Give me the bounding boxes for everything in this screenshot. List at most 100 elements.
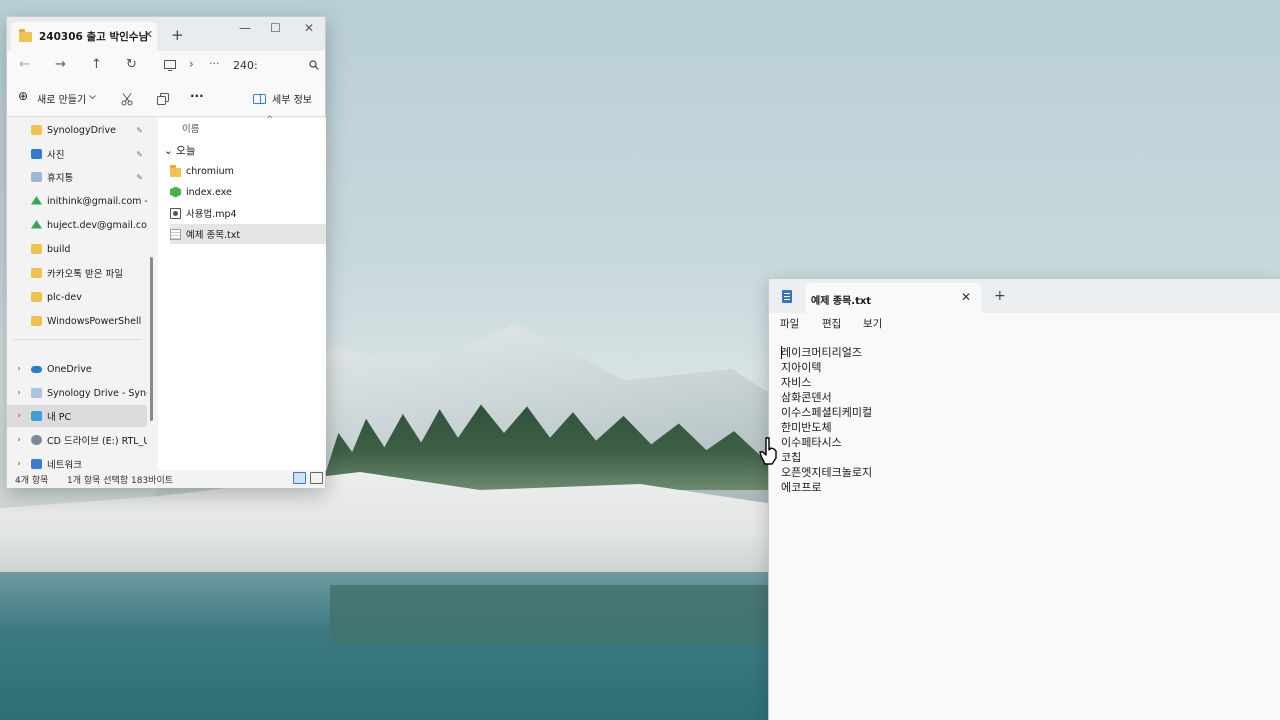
notepad-window: 예제 종목.txt ✕ + 파일 편집 보기 레이크머티리얼즈 지아이텍 자비스… (768, 278, 1280, 720)
file-name: chromium (186, 165, 234, 177)
cut-icon[interactable] (121, 93, 133, 106)
file-row-video[interactable]: 사용법.mp4 (170, 203, 326, 223)
sidebar-item-label: SynologyDrive (47, 124, 116, 136)
text-line: 코칩 (781, 451, 802, 464)
chevron-right-icon[interactable]: › (13, 364, 25, 374)
sidebar-item-label: build (47, 243, 71, 255)
chevron-down-icon: ⌄ (164, 145, 173, 157)
google-drive-icon (31, 196, 42, 205)
folder-icon (31, 244, 42, 254)
sidebar-item-recycle-bin[interactable]: 휴지통 ✎ (7, 166, 147, 188)
notepad-tab[interactable]: 예제 종목.txt ✕ (805, 283, 981, 313)
network-icon (31, 459, 42, 469)
chevron-right-icon[interactable]: › (13, 411, 25, 421)
recycle-bin-icon (31, 172, 42, 182)
close-tab-icon[interactable]: ✕ (961, 290, 971, 304)
google-drive-icon (31, 220, 42, 229)
new-tab-button[interactable]: + (171, 26, 184, 44)
sidebar-item-plc-dev[interactable]: plc-dev (7, 286, 147, 308)
forward-button[interactable]: → (55, 57, 66, 72)
file-row-index-exe[interactable]: index.exe (170, 182, 326, 202)
sidebar-item-synology-drive[interactable]: › Synology Drive - SynologyDrive (7, 382, 147, 404)
sidebar-item-photos[interactable]: 사진 ✎ (7, 143, 147, 165)
photos-icon (31, 149, 42, 159)
chevron-right-icon[interactable]: › (13, 388, 25, 398)
sidebar-item-label: CD 드라이브 (E:) RTL_UL (47, 436, 147, 447)
notepad-titlebar: 예제 종목.txt ✕ + (769, 279, 1280, 313)
maximize-button[interactable]: ☐ (270, 21, 281, 35)
close-tab-icon[interactable]: ✕ (144, 28, 153, 41)
notepad-tab-title: 예제 종목.txt (811, 296, 872, 307)
sidebar-item-this-pc[interactable]: › 내 PC (7, 405, 147, 427)
new-button[interactable]: 새로 만들기 (37, 91, 86, 106)
notepad-menubar: 파일 편집 보기 (769, 313, 1280, 339)
path-chevron-icon[interactable]: › (189, 57, 194, 71)
file-row-text-file[interactable]: 예제 종목.txt (170, 224, 326, 244)
text-line: 이수스페셜티케미컬 (781, 406, 873, 419)
sidebar-item-google-drive-2[interactable]: huject.dev@gmail.com - Google Drive (7, 214, 147, 236)
sidebar-item-windowspowershell[interactable]: WindowsPowerShell (7, 310, 147, 332)
wallpaper-reflection (330, 585, 770, 645)
sidebar-item-label: Synology Drive - SynologyDrive (47, 387, 147, 399)
monitor-icon[interactable] (164, 60, 176, 71)
navigation-scrollbar[interactable] (150, 257, 153, 421)
sidebar-item-label: 네트워크 (47, 460, 82, 470)
group-header-today[interactable]: ⌄ 오늘 (164, 143, 195, 158)
search-icon[interactable] (309, 60, 319, 70)
text-line: 지아이텍 (781, 361, 822, 374)
text-line: 자비스 (781, 376, 812, 389)
copy-icon[interactable] (157, 93, 169, 105)
sidebar-item-google-drive-1[interactable]: inithink@gmail.com - Google Drive (7, 190, 147, 212)
details-view-button[interactable] (293, 472, 306, 484)
sidebar-item-kakaotalk[interactable]: 카카오톡 받은 파일 (7, 262, 147, 284)
sidebar-item-onedrive[interactable]: › OneDrive (7, 358, 147, 380)
pin-icon: ✎ (136, 149, 143, 159)
pin-icon: ✎ (136, 172, 143, 182)
back-button[interactable]: ← (19, 57, 30, 72)
pin-icon: ✎ (136, 125, 143, 135)
status-item-count: 4개 항목 (15, 476, 49, 486)
chevron-right-icon[interactable]: › (13, 459, 25, 469)
folder-icon (31, 268, 42, 278)
details-pane-icon[interactable] (253, 94, 266, 104)
menu-file[interactable]: 파일 (780, 316, 799, 331)
refresh-button[interactable]: ↻ (126, 57, 137, 72)
plus-circle-icon[interactable]: ⊕ (18, 89, 28, 103)
folder-icon (31, 292, 42, 302)
column-header-name[interactable]: 이름 (182, 121, 199, 135)
sidebar-item-cd-drive[interactable]: › CD 드라이브 (E:) RTL_UL (7, 429, 147, 451)
explorer-toolbar: ⊕ 새로 만들기 ··· 세부 정보 (7, 81, 325, 117)
text-line: 삼화콘덴서 (781, 391, 832, 404)
path-more-button[interactable]: ··· (209, 57, 220, 70)
sidebar-item-network[interactable]: › 네트워크 (7, 453, 147, 470)
file-row-chromium[interactable]: chromium (170, 161, 326, 181)
text-line: 에코프로 (781, 481, 822, 494)
file-name: 예제 종목.txt (186, 230, 241, 241)
chevron-right-icon[interactable]: › (13, 435, 25, 445)
notepad-text-area[interactable]: 레이크머티리얼즈 지아이텍 자비스 삼화콘덴서 이수스페셜티케미컬 한미반도체 … (781, 345, 1271, 715)
explorer-titlebar: 240306 출고 박인수님 ✕ + — ☐ ✕ (7, 17, 325, 51)
details-button[interactable]: 세부 정보 (272, 91, 312, 106)
up-button[interactable]: ↑ (91, 57, 102, 72)
sidebar-item-synologydrive[interactable]: SynologyDrive ✎ (7, 119, 147, 141)
minimize-button[interactable]: — (239, 21, 251, 35)
file-list-pane: 이름 ^ ⌄ 오늘 chromium index.exe 사용법.mp4 예제 … (158, 115, 326, 470)
new-tab-button[interactable]: + (994, 288, 1006, 304)
close-window-button[interactable]: ✕ (304, 21, 314, 35)
more-options-button[interactable]: ··· (190, 89, 204, 103)
sidebar-item-build[interactable]: build (7, 238, 147, 260)
explorer-tab[interactable]: 240306 출고 박인수님 ✕ (11, 22, 157, 51)
synology-icon (31, 388, 42, 398)
menu-view[interactable]: 보기 (863, 316, 882, 331)
large-icons-view-button[interactable] (310, 472, 323, 484)
chevron-down-icon[interactable] (89, 95, 96, 100)
sidebar-item-label: OneDrive (47, 363, 92, 375)
address-bar[interactable]: 240: (233, 59, 258, 72)
sidebar-item-label: 휴지통 (47, 173, 74, 184)
menu-edit[interactable]: 편집 (822, 316, 841, 331)
notepad-icon (782, 290, 792, 303)
folder-icon (19, 28, 32, 42)
file-name: index.exe (186, 186, 232, 198)
sidebar-item-label: plc-dev (47, 291, 82, 303)
sidebar-item-label: WindowsPowerShell (47, 315, 142, 327)
